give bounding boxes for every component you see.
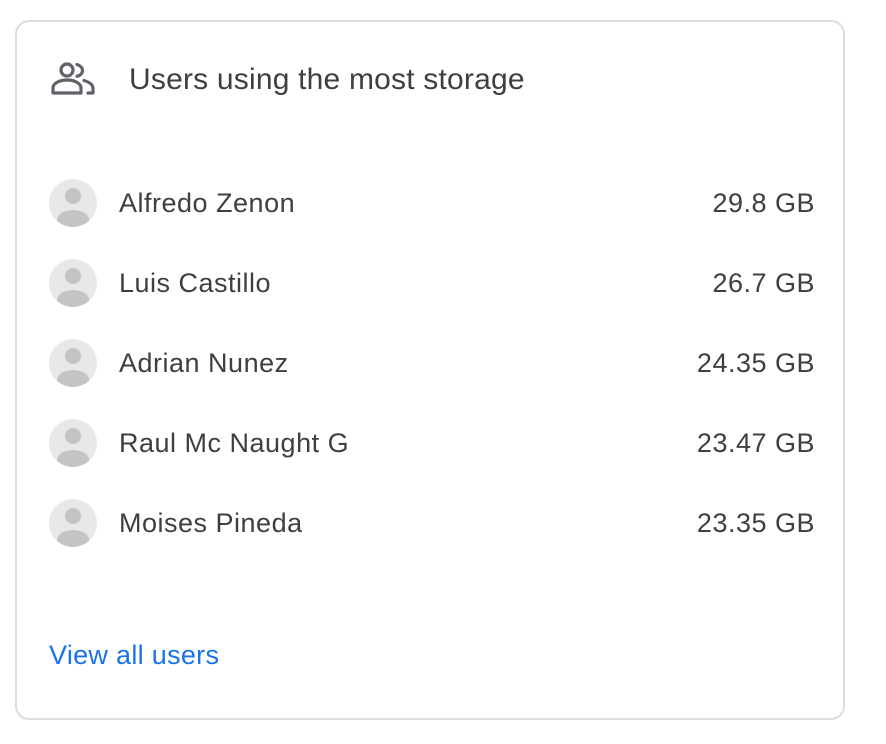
person-avatar-icon xyxy=(49,259,97,307)
person-avatar-icon xyxy=(49,179,97,227)
person-avatar-icon xyxy=(49,339,97,387)
user-list: Alfredo Zenon 29.8 GB Luis Castillo 26.7… xyxy=(49,163,815,563)
user-name: Luis Castillo xyxy=(119,267,272,298)
user-storage-value: 24.35 GB xyxy=(696,347,815,378)
user-row[interactable]: Luis Castillo 26.7 GB xyxy=(49,243,815,323)
storage-users-card: Users using the most storage Alfredo Zen… xyxy=(15,20,845,720)
user-row[interactable]: Raul Mc Naught G 23.47 GB xyxy=(49,403,815,483)
user-name: Alfredo Zenon xyxy=(119,187,296,218)
user-name: Moises Pineda xyxy=(119,507,303,538)
user-row[interactable]: Alfredo Zenon 29.8 GB xyxy=(49,163,815,243)
user-storage-value: 23.35 GB xyxy=(696,507,815,538)
user-name: Adrian Nunez xyxy=(119,347,289,378)
user-storage-value: 29.8 GB xyxy=(712,187,815,218)
view-all-users-link[interactable]: View all users xyxy=(49,640,219,671)
user-name: Raul Mc Naught G xyxy=(119,427,350,458)
card-title: Users using the most storage xyxy=(129,63,525,96)
person-avatar-icon xyxy=(49,499,97,547)
people-outline-icon xyxy=(49,60,97,100)
user-storage-value: 26.7 GB xyxy=(712,267,815,298)
card-header: Users using the most storage xyxy=(49,58,525,102)
person-avatar-icon xyxy=(49,419,97,467)
user-row[interactable]: Adrian Nunez 24.35 GB xyxy=(49,323,815,403)
user-row[interactable]: Moises Pineda 23.35 GB xyxy=(49,483,815,563)
user-storage-value: 23.47 GB xyxy=(696,427,815,458)
